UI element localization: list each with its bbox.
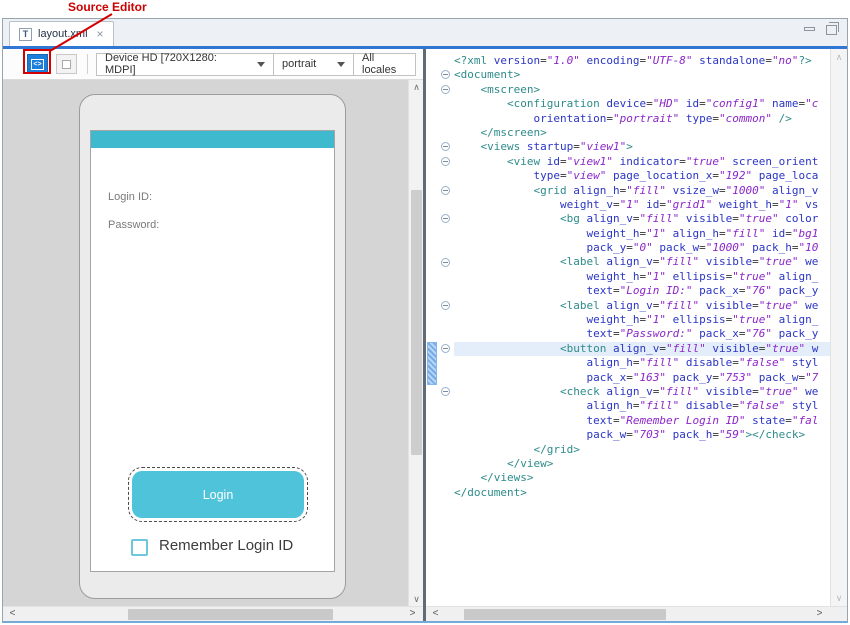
design-editor-icon [62, 60, 71, 69]
editor-window: T layout.xml × < > Device HD [720X1280: M… [2, 18, 848, 623]
remember-label: Remember Login ID [159, 537, 293, 554]
login-id-label: Login ID: [108, 191, 152, 203]
fold-collapse-icon[interactable] [441, 387, 450, 396]
fold-collapse-icon[interactable] [441, 344, 450, 353]
fold-collapse-icon[interactable] [441, 258, 450, 267]
password-label: Password: [108, 219, 159, 231]
range-indicator [427, 342, 437, 385]
design-pane: < > Device HD [720X1280: MDPI] portrait A… [3, 49, 423, 621]
editor-ruler [426, 49, 438, 606]
scroll-right-icon[interactable]: > [405, 607, 420, 622]
code-line[interactable]: text="Login ID:" pack_x="76" pack_y [454, 284, 830, 298]
code-line[interactable]: text="Password:" pack_x="76" pack_y [454, 327, 830, 341]
code-line[interactable]: pack_w="703" pack_h="59"></check> [454, 428, 830, 442]
code-line[interactable]: pack_x="163" pack_y="753" pack_w="7 [454, 371, 830, 385]
scroll-down-icon[interactable]: ∨ [409, 592, 424, 606]
code-line[interactable]: align_h="fill" disable="false" styl [454, 356, 830, 370]
design-vertical-scrollbar[interactable]: ∧ ∨ [408, 80, 423, 606]
code-line[interactable]: weight_h="1" ellipsis="true" align_ [454, 313, 830, 327]
editor-vertical-scrollbar[interactable]: ∧ ∨ [830, 49, 847, 606]
code-line[interactable]: </mscreen> [454, 126, 830, 140]
code-line[interactable]: </view> [454, 457, 830, 471]
fold-collapse-icon[interactable] [441, 70, 450, 79]
code-line[interactable]: </grid> [454, 443, 830, 457]
code-line[interactable]: <document> [454, 68, 830, 82]
code-line[interactable]: </views> [454, 471, 830, 485]
code-line[interactable]: <label align_v="fill" visible="true" we [454, 299, 830, 313]
code-line[interactable]: orientation="portrait" type="common" /> [454, 112, 830, 126]
code-line[interactable]: <bg align_v="fill" visible="true" color [454, 212, 830, 226]
code-line[interactable]: <check align_v="fill" visible="true" we [454, 385, 830, 399]
chevron-down-icon [337, 62, 345, 67]
scroll-up-icon[interactable]: ∧ [831, 50, 847, 64]
code-line[interactable]: <views startup="view1"> [454, 140, 830, 154]
code-line[interactable]: weight_h="1" align_h="fill" id="bg1 [454, 227, 830, 241]
editor-horizontal-scrollbar[interactable]: < > [426, 606, 847, 621]
phone-screen: Login ID: Password: Login Remember Login… [90, 130, 335, 572]
phone-header-bar [91, 131, 334, 148]
locales-select-value: All locales [362, 52, 407, 76]
code-line[interactable]: weight_h="1" ellipsis="true" align_ [454, 270, 830, 284]
annotation-highlight-box [23, 49, 51, 74]
fold-gutter [438, 49, 454, 606]
code-line[interactable]: <grid align_h="fill" vsize_w="1000" alig… [454, 184, 830, 198]
tab-layout-xml[interactable]: T layout.xml × [9, 21, 114, 46]
phone-frame: Login ID: Password: Login Remember Login… [79, 94, 346, 599]
code-area[interactable]: <?xml version="1.0" encoding="UTF-8" sta… [454, 49, 830, 606]
design-horizontal-scrollbar[interactable]: < > [3, 606, 423, 621]
design-canvas: Login ID: Password: Login Remember Login… [3, 80, 423, 606]
code-line[interactable]: <configuration device="HD" id="config1" … [454, 97, 830, 111]
fold-collapse-icon[interactable] [441, 85, 450, 94]
tab-title: layout.xml [38, 28, 88, 40]
scroll-left-icon[interactable]: < [5, 607, 20, 622]
remember-checkbox[interactable] [131, 539, 148, 556]
chevron-down-icon [257, 62, 265, 67]
source-editor-pane: <?xml version="1.0" encoding="UTF-8" sta… [426, 49, 847, 621]
device-select-value: Device HD [720X1280: MDPI] [105, 52, 247, 76]
minimize-icon[interactable] [804, 27, 815, 31]
fold-collapse-icon[interactable] [441, 301, 450, 310]
fold-collapse-icon[interactable] [441, 186, 450, 195]
annotation-label: Source Editor [68, 0, 147, 14]
scroll-right-icon[interactable]: > [812, 607, 827, 622]
scroll-left-icon[interactable]: < [428, 607, 443, 622]
orientation-select[interactable]: portrait [273, 53, 354, 76]
scroll-down-icon[interactable]: ∨ [831, 591, 847, 605]
code-line[interactable]: <button align_v="fill" visible="true" w [454, 342, 830, 356]
toolbar-separator [87, 54, 88, 74]
orientation-select-value: portrait [282, 58, 316, 70]
restore-icon[interactable] [826, 25, 837, 35]
fold-collapse-icon[interactable] [441, 142, 450, 151]
device-select[interactable]: Device HD [720X1280: MDPI] [96, 53, 274, 76]
code-line[interactable]: <?xml version="1.0" encoding="UTF-8" sta… [454, 54, 830, 68]
tab-strip: T layout.xml × [3, 19, 847, 46]
scroll-up-icon[interactable]: ∧ [409, 80, 424, 94]
scrollbar-thumb[interactable] [411, 190, 422, 455]
code-line[interactable]: <mscreen> [454, 83, 830, 97]
code-line[interactable]: <label align_v="fill" visible="true" we [454, 255, 830, 269]
scrollbar-thumb[interactable] [464, 609, 666, 620]
fold-collapse-icon[interactable] [441, 214, 450, 223]
code-line[interactable]: type="view" page_location_x="192" page_l… [454, 169, 830, 183]
file-type-icon: T [19, 28, 32, 41]
code-line[interactable]: <view id="view1" indicator="true" screen… [454, 155, 830, 169]
tab-close-icon[interactable]: × [97, 27, 104, 41]
code-line[interactable]: </document> [454, 486, 830, 500]
scrollbar-thumb[interactable] [128, 609, 333, 620]
code-line[interactable]: align_h="fill" disable="false" styl [454, 399, 830, 413]
code-line[interactable]: weight_v="1" id="grid1" weight_h="1" vs [454, 198, 830, 212]
design-editor-button[interactable] [56, 54, 77, 74]
design-toolbar: <> Device HD [720X1280: MDPI] portrait A… [3, 49, 423, 80]
locales-select[interactable]: All locales [353, 53, 416, 76]
code-line[interactable]: pack_y="0" pack_w="1000" pack_h="10 [454, 241, 830, 255]
code-line[interactable]: text="Remember Login ID" state="fal [454, 414, 830, 428]
fold-collapse-icon[interactable] [441, 157, 450, 166]
login-button[interactable]: Login [132, 471, 304, 518]
